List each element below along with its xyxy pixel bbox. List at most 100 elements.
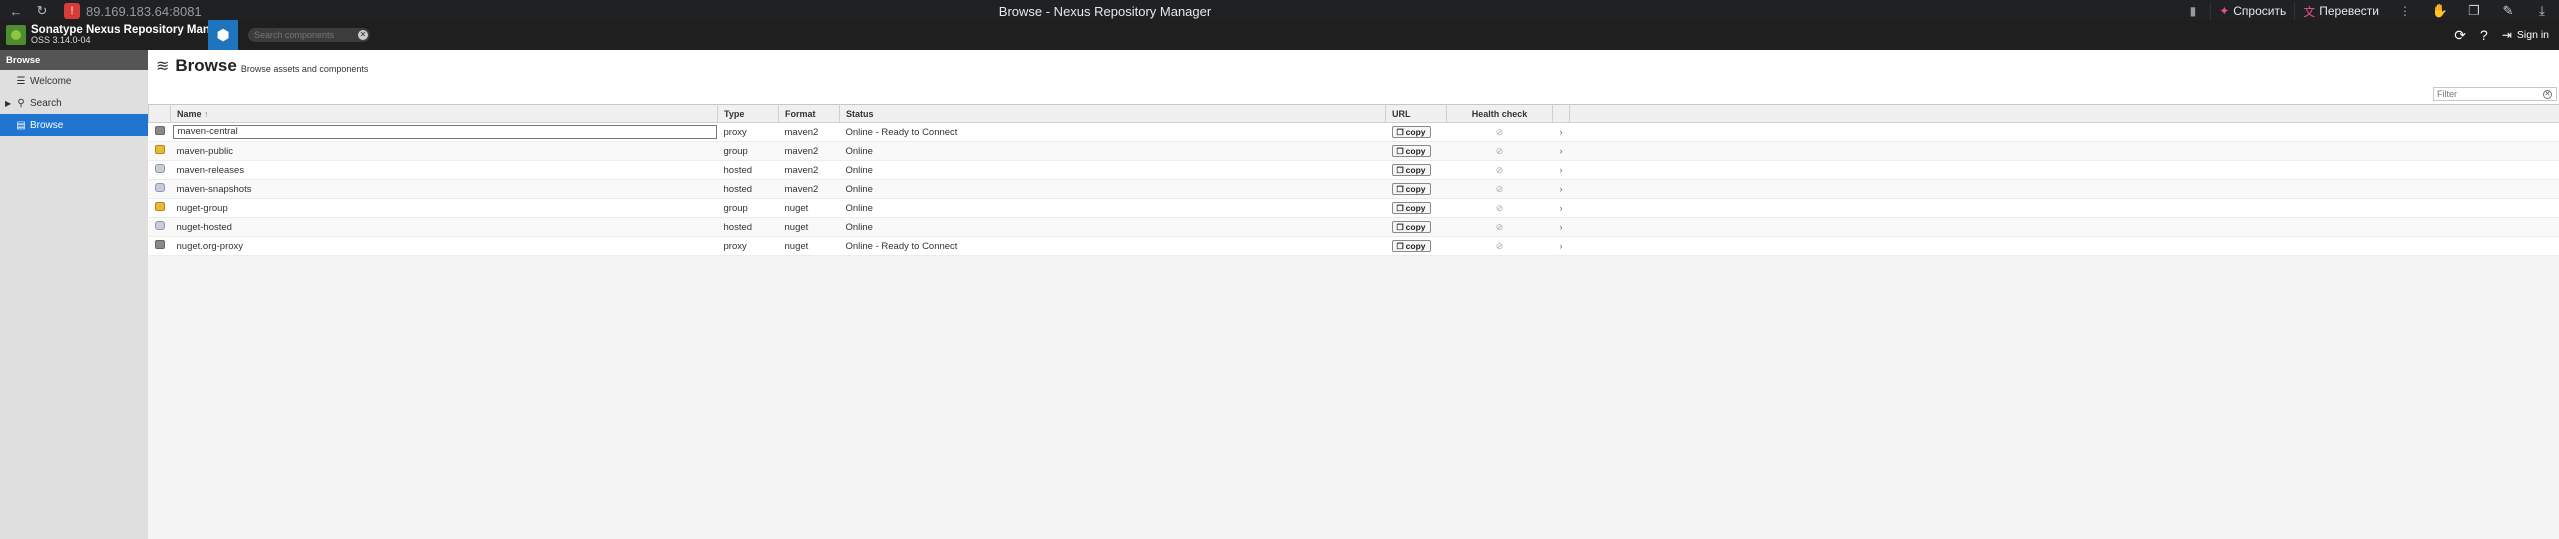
repository-icon (154, 126, 165, 135)
column-header-spacer (1552, 104, 1570, 123)
repository-icon (154, 183, 165, 192)
repository-status: Online (839, 217, 1386, 237)
download-icon[interactable]: ⤓ (2532, 1, 2552, 21)
database-icon: ▤ (16, 119, 26, 131)
sidebar-item-browse[interactable]: ▤ Browse (0, 114, 148, 136)
copy-url-button[interactable]: ❐ copy (1391, 221, 1431, 233)
repository-icon (154, 164, 165, 173)
column-header-icon (148, 104, 171, 123)
repository-format: maven2 (778, 122, 840, 142)
repository-status: Online (839, 179, 1386, 199)
extension-edit-icon[interactable]: ✎ (2498, 1, 2518, 21)
list-icon: ☰ (16, 75, 26, 87)
copy-url-button[interactable]: ❐ copy (1391, 126, 1431, 138)
copy-url-button[interactable]: ❐ copy (1391, 164, 1431, 176)
repository-format: maven2 (778, 160, 840, 180)
extension-hand-icon[interactable]: ✋ (2430, 1, 2450, 21)
table-row[interactable]: maven-public group maven2 Online ❐ copy ⊘… (148, 141, 2559, 161)
search-icon: ⚲ (17, 97, 25, 109)
repository-name: maven-central (172, 125, 717, 139)
copy-url-button[interactable]: ❐ copy (1391, 240, 1431, 252)
expand-arrow-icon[interactable]: ▶ (5, 99, 11, 108)
health-check-disabled-icon[interactable]: ⊘ (1446, 141, 1553, 161)
column-header-status[interactable]: Status (839, 104, 1386, 123)
copy-url-button[interactable]: ❐ copy (1391, 183, 1431, 195)
page-title: Browse (175, 56, 237, 75)
table-row[interactable]: maven-releases hosted maven2 Online ❐ cop… (148, 160, 2559, 180)
health-check-disabled-icon[interactable]: ⊘ (1446, 122, 1553, 142)
health-check-disabled-icon[interactable]: ⊘ (1446, 198, 1553, 218)
repository-format: nuget (778, 236, 840, 256)
table-row[interactable]: nuget-hosted hosted nuget Online ❐ copy ⊘… (148, 217, 2559, 237)
refresh-icon[interactable]: ⟳ (2454, 27, 2466, 44)
sidebar-item-welcome[interactable]: ☰ Welcome (0, 70, 148, 92)
column-header-format[interactable]: Format (778, 104, 840, 123)
page-subtitle: Browse assets and components (240, 63, 369, 74)
table-row[interactable]: maven-central proxy maven2 Online - Read… (148, 122, 2559, 142)
row-chevron-icon[interactable]: › (1552, 141, 1570, 161)
filter-box: ✕ (2433, 87, 2557, 101)
bookmark-icon[interactable]: ▮ (2190, 4, 2197, 18)
health-check-disabled-icon[interactable]: ⊘ (1446, 236, 1553, 256)
search-components: ✕ (248, 28, 370, 42)
table-header-row: Name ↑ Type Format Status URL Health che… (148, 104, 2559, 123)
repository-format: maven2 (778, 179, 840, 199)
grid-toolbar: ✕ (148, 82, 2559, 104)
column-header-health[interactable]: Health check (1446, 104, 1553, 123)
clear-filter-icon[interactable]: ✕ (2543, 89, 2552, 99)
column-header-type[interactable]: Type (717, 104, 779, 123)
repository-name: nuget-hosted (176, 221, 232, 233)
more-icon[interactable]: ⋮ (2387, 4, 2423, 18)
column-header-name[interactable]: Name ↑ (170, 104, 718, 123)
repository-type: proxy (717, 236, 779, 256)
help-icon[interactable]: ? (2480, 27, 2488, 43)
copy-icon: ❐ (1396, 146, 1404, 156)
repository-format: nuget (778, 198, 840, 218)
repository-icon (154, 145, 165, 154)
repository-icon (154, 240, 165, 249)
row-chevron-icon[interactable]: › (1552, 236, 1570, 256)
copy-url-button[interactable]: ❐ copy (1391, 202, 1431, 214)
sidebar-item-search[interactable]: ▶ ⚲ Search (0, 92, 148, 114)
browse-mode-button[interactable]: ⬢ (208, 20, 238, 50)
ask-button[interactable]: ✦ Спросить (2210, 2, 2294, 20)
table-row[interactable]: nuget.org-proxy proxy nuget Online - Rea… (148, 236, 2559, 256)
app-header: Sonatype Nexus Repository Manager OSS 3.… (0, 20, 2559, 50)
brand: Sonatype Nexus Repository Manager OSS 3.… (31, 24, 234, 47)
table-row[interactable]: maven-snapshots hosted maven2 Online ❐ co… (148, 179, 2559, 199)
row-chevron-icon[interactable]: › (1552, 217, 1570, 237)
health-check-disabled-icon[interactable]: ⊘ (1446, 160, 1553, 180)
row-chevron-icon[interactable]: › (1552, 160, 1570, 180)
filter-input[interactable] (2437, 89, 2543, 99)
column-header-url[interactable]: URL (1385, 104, 1447, 123)
copy-icon: ❐ (1396, 222, 1404, 232)
extension-copy-icon[interactable]: ❐ (2464, 1, 2484, 21)
row-chevron-icon[interactable]: › (1552, 179, 1570, 199)
product-version: OSS 3.14.0-04 (31, 35, 91, 46)
copy-icon: ❐ (1396, 241, 1404, 251)
search-components-input[interactable] (254, 30, 354, 40)
copy-icon: ❐ (1396, 127, 1404, 137)
repository-name: maven-releases (176, 164, 245, 176)
health-check-disabled-icon[interactable]: ⊘ (1446, 217, 1553, 237)
translate-button[interactable]: 文 Перевести (2294, 2, 2387, 20)
repository-type: hosted (717, 217, 779, 237)
sort-ascending-icon: ↑ (204, 108, 209, 119)
health-check-disabled-icon[interactable]: ⊘ (1446, 179, 1553, 199)
clear-search-icon[interactable]: ✕ (358, 30, 368, 40)
sign-in-button[interactable]: ⇥ Sign in (2502, 28, 2549, 42)
table-row[interactable]: nuget-group group nuget Online ❐ copy ⊘ › (148, 198, 2559, 218)
repository-status: Online - Ready to Connect (839, 236, 1386, 256)
sidebar: Browse ☰ Welcome ▶ ⚲ Search ▤ Browse (0, 50, 148, 539)
row-chevron-icon[interactable]: › (1552, 122, 1570, 142)
repository-name: nuget.org-proxy (176, 240, 244, 252)
repository-status: Online (839, 141, 1386, 161)
sparkle-icon: ✦ (2219, 4, 2230, 18)
copy-icon: ❐ (1396, 165, 1404, 175)
copy-icon: ❐ (1396, 184, 1404, 194)
row-chevron-icon[interactable]: › (1552, 198, 1570, 218)
browser-toolbar: ← ↻ ! 89.169.183.64:8081 Browse - Nexus … (0, 0, 2559, 22)
column-header-filler (1569, 104, 2559, 123)
copy-url-button[interactable]: ❐ copy (1391, 145, 1431, 157)
nexus-logo-icon (6, 25, 26, 45)
